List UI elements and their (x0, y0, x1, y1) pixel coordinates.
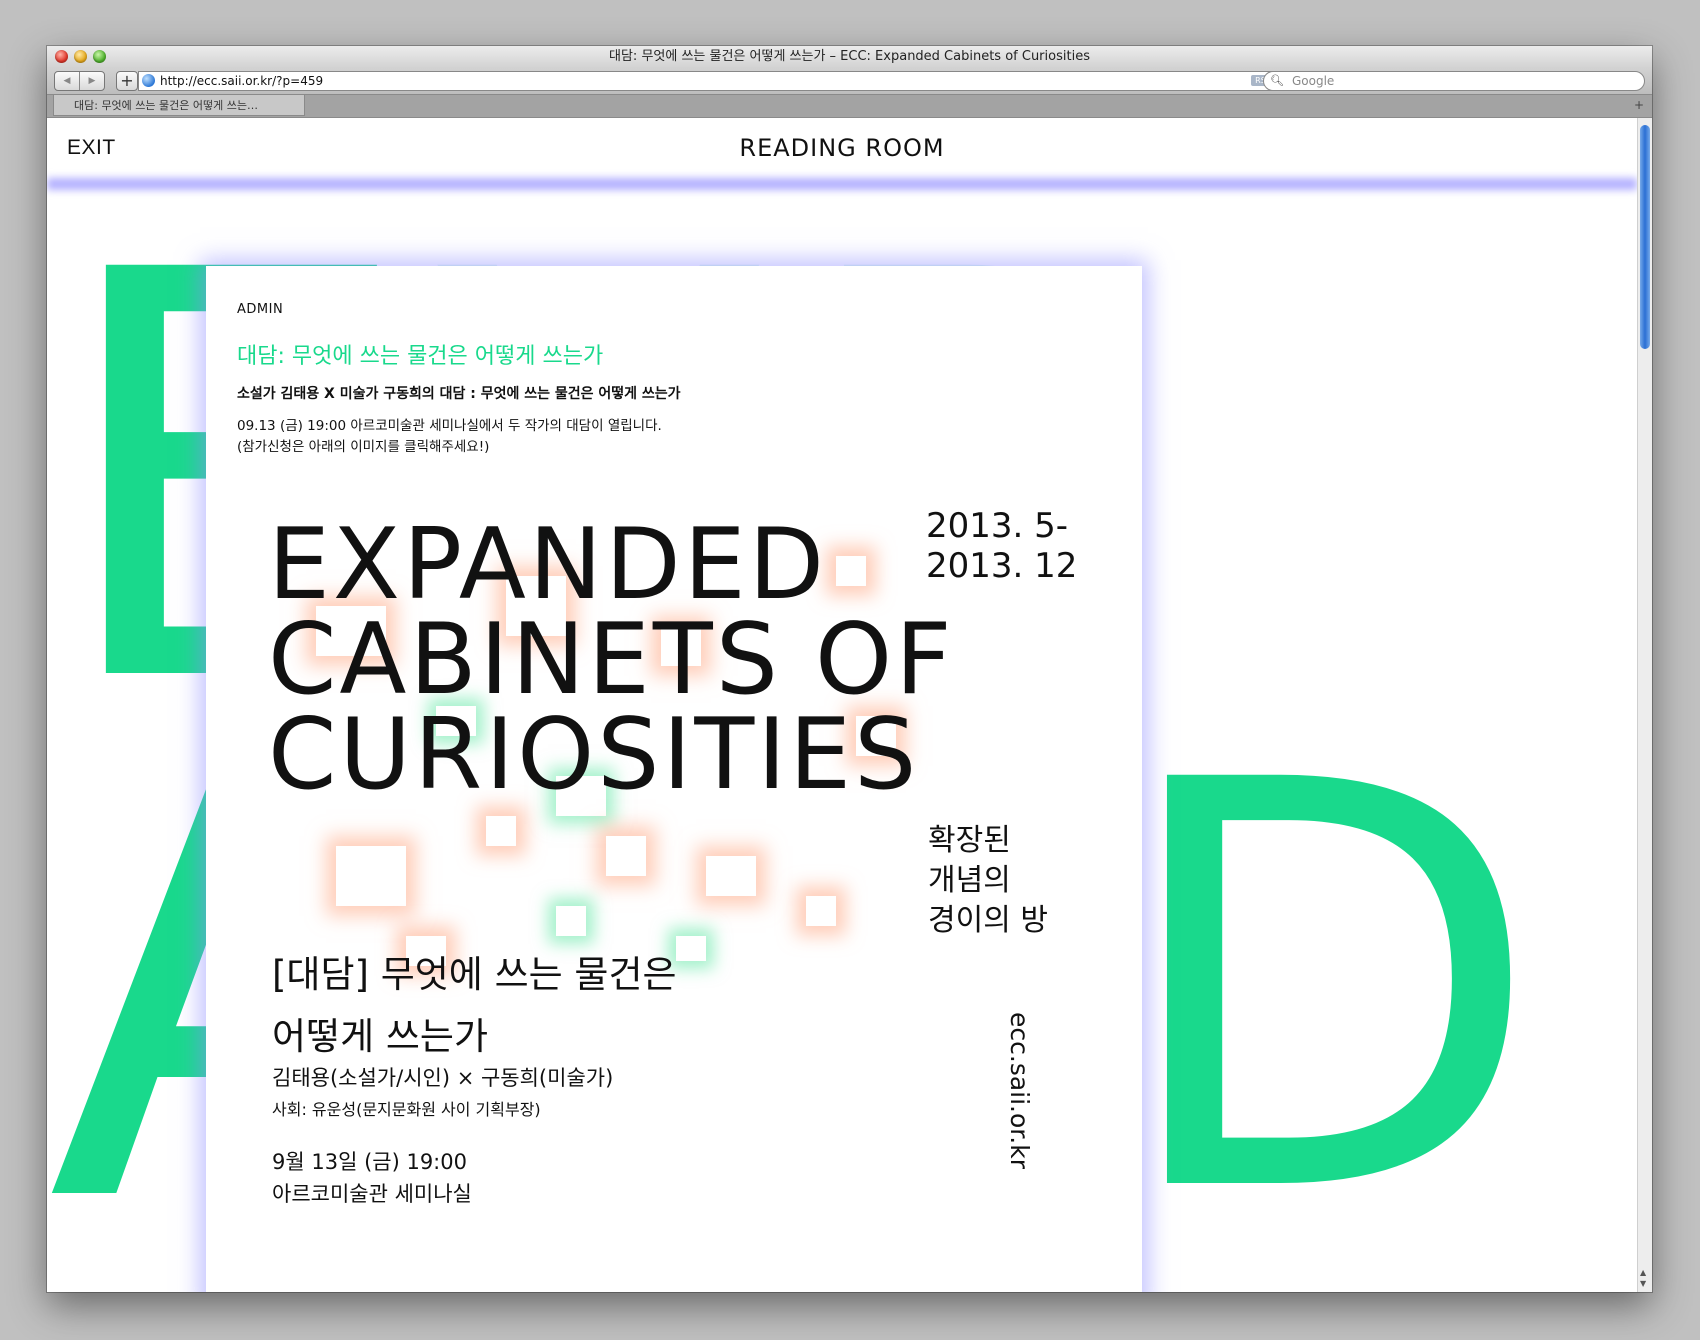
poster-korean-title-2: 개념의 (928, 863, 1011, 898)
poster-headline-2: 어떻게 쓰는가 (272, 1015, 489, 1058)
tab-current[interactable]: 대담: 무엇에 쓰는 물건은 어떻게 쓰는… (53, 95, 305, 116)
browser-toolbar: ◀ ▶ + http://ecc.saii.or.kr/?p=459 RSS ↻… (47, 68, 1652, 94)
vertical-scrollbar[interactable]: ▲ ▼ (1637, 118, 1652, 1292)
window-controls (55, 50, 106, 63)
scroll-up-arrow[interactable]: ▲ (1640, 1268, 1646, 1277)
page-content: EXIT READING ROOM E X P A N D ADMIN 대담: … (47, 118, 1637, 1292)
post-author[interactable]: ADMIN (237, 302, 283, 317)
site-header: EXIT READING ROOM (47, 118, 1637, 184)
new-tab-button[interactable]: + (1634, 95, 1644, 116)
poster-deco (336, 846, 406, 906)
poster-participants: 김태용(소설가/시인) × 구동희(미술가) (272, 1066, 614, 1090)
poster-korean-title-1: 확장된 (928, 823, 1011, 858)
poster-title-line3: CURIOSITIES (268, 698, 920, 812)
poster-korean-title-3: 경이의 방 (928, 903, 1048, 938)
search-icon: 🔍︎ (1270, 74, 1284, 87)
post-info-line1: 09.13 (금) 19:00 아르코미술관 세미나실에서 두 작가의 대담이 … (237, 418, 662, 434)
poster-deco (676, 936, 706, 961)
post-card: ADMIN 대담: 무엇에 쓰는 물건은 어떻게 쓰는가 소설가 김태용 X 미… (206, 266, 1142, 1292)
poster-venue: 아르코미술관 세미나실 (272, 1182, 472, 1206)
address-bar[interactable]: http://ecc.saii.or.kr/?p=459 RSS ↻ (138, 71, 1300, 91)
poster-korean-title: 확장된 개념의 경이의 방 (928, 821, 1048, 941)
forward-button[interactable]: ▶ (80, 72, 104, 90)
search-field[interactable]: 🔍︎ Google (1263, 71, 1645, 91)
poster-datetime: 9월 13일 (금) 19:00 (272, 1150, 467, 1174)
back-button[interactable]: ◀ (55, 72, 80, 90)
window-title: 대담: 무엇에 쓰는 물건은 어떻게 쓰는가 – ECC: Expanded C… (609, 49, 1090, 64)
poster-date-line1: 2013. 5- (926, 506, 1069, 546)
poster-deco (486, 816, 516, 846)
url-text[interactable]: http://ecc.saii.or.kr/?p=459 (160, 72, 323, 90)
close-button[interactable] (55, 50, 68, 63)
poster-deco (606, 836, 646, 876)
poster-title-line1: EXPANDED (268, 508, 828, 622)
poster-deco (806, 896, 836, 926)
nav-buttons: ◀ ▶ (54, 71, 105, 91)
scroll-down-arrow[interactable]: ▼ (1640, 1279, 1646, 1288)
poster-deco (556, 906, 586, 936)
post-info: 09.13 (금) 19:00 아르코미술관 세미나실에서 두 작가의 대담이 … (237, 416, 662, 458)
post-title[interactable]: 대담: 무엇에 쓰는 물건은 어떻게 쓰는가 (237, 338, 603, 370)
poster-moderator: 사회: 유운성(문지문화원 사이 기획부장) (272, 1100, 541, 1119)
scrollbar-thumb[interactable] (1640, 125, 1650, 349)
bg-letter-d: D (1112, 664, 1544, 1292)
poster-title-line2: CABINETS OF (268, 603, 955, 717)
poster-date-line2: 2013. 12 (926, 546, 1078, 586)
event-poster-image[interactable]: EXPANDED CABINETS OF CURIOSITIES 2013. 5… (206, 476, 1142, 1292)
zoom-button[interactable] (93, 50, 106, 63)
poster-headline-1: [대담] 무엇에 쓰는 물건은 (272, 953, 677, 996)
title-bar: 대담: 무엇에 쓰는 물건은 어떻게 쓰는가 – ECC: Expanded C… (47, 46, 1652, 68)
search-placeholder: Google (1292, 74, 1335, 88)
browser-window: 대담: 무엇에 쓰는 물건은 어떻게 쓰는가 – ECC: Expanded C… (47, 46, 1652, 1292)
poster-site-url: ecc.saii.or.kr (1005, 1012, 1034, 1169)
poster-deco (706, 856, 756, 896)
poster-deco (836, 556, 866, 586)
site-title: READING ROOM (739, 134, 945, 162)
post-subtitle: 소설가 김태용 X 미술가 구동희의 대담 : 무엇에 쓰는 물건은 어떻게 쓰… (237, 386, 681, 402)
post-info-line2: (참가신청은 아래의 이미지를 클릭해주세요!) (237, 439, 490, 455)
add-bookmark-button[interactable]: + (116, 71, 138, 91)
header-divider (47, 178, 1637, 190)
tab-bar: 대담: 무엇에 쓰는 물건은 어떻게 쓰는… + (47, 94, 1652, 118)
minimize-button[interactable] (74, 50, 87, 63)
globe-icon (142, 74, 155, 87)
